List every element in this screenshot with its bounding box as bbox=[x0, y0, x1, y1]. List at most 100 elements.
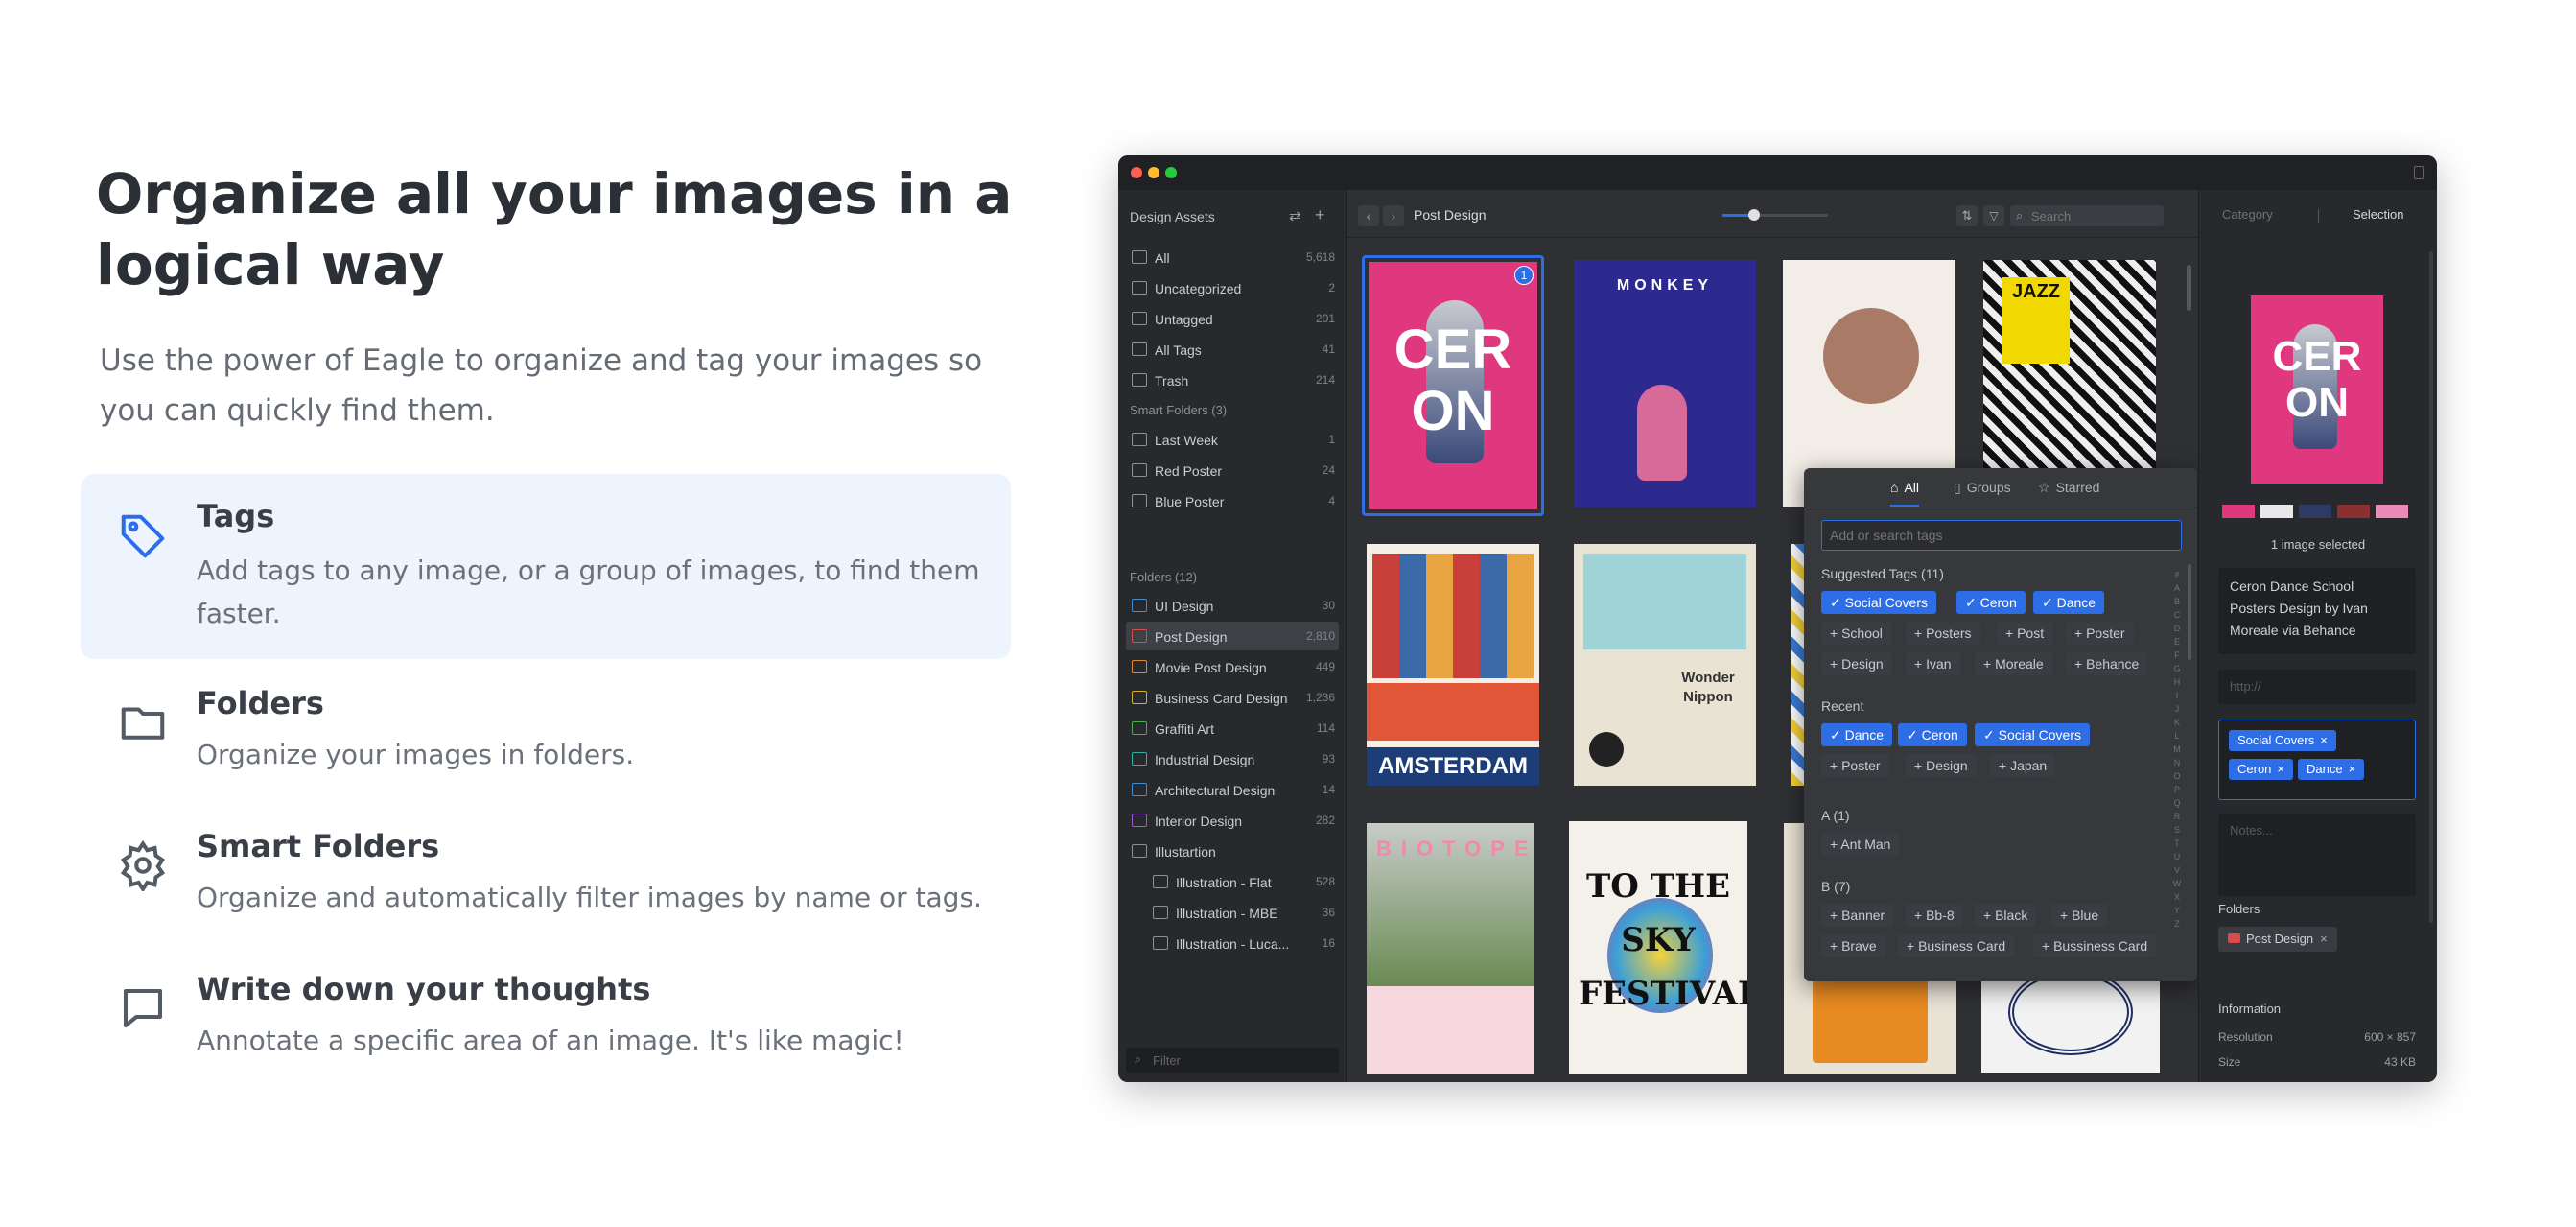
alphabet-letter[interactable]: V bbox=[2172, 863, 2182, 877]
sidebar-item[interactable]: Post Design 2,810 bbox=[1126, 622, 1339, 650]
filter-icon[interactable]: ▽ bbox=[1983, 205, 2004, 226]
popup-tab-all[interactable]: ⌂ All bbox=[1890, 480, 1920, 507]
alphabet-letter[interactable]: B bbox=[2172, 595, 2182, 608]
alphabet-letter[interactable]: # bbox=[2172, 568, 2182, 581]
alphabet-index[interactable]: # A B C D E F G H I J K L M N O P Q R S T U V W X Y Z bbox=[2172, 568, 2182, 931]
tag-chip[interactable]: + Japan bbox=[1990, 754, 2056, 777]
sidebar-item[interactable]: UI Design 30 bbox=[1126, 591, 1339, 620]
tag-chip[interactable]: + Post bbox=[1997, 622, 2053, 645]
alphabet-letter[interactable]: G bbox=[2172, 662, 2182, 675]
alphabet-letter[interactable]: X bbox=[2172, 890, 2182, 904]
alphabet-letter[interactable]: Z bbox=[2172, 917, 2182, 931]
tag-search-input[interactable] bbox=[1821, 520, 2182, 551]
remove-tag-icon[interactable]: × bbox=[2277, 762, 2284, 776]
feature-smart-folders[interactable]: Smart Folders Organize and automatically… bbox=[81, 809, 1011, 943]
filter-input[interactable]: ⌕ Filter bbox=[1126, 1048, 1339, 1073]
sidebar-item[interactable]: Movie Post Design 449 bbox=[1126, 652, 1339, 681]
feature-folders[interactable]: Folders Organize your images in folders. bbox=[81, 666, 1011, 800]
tag-chip[interactable]: + Business Card bbox=[1898, 934, 2015, 957]
tag-chip-selected[interactable]: ✓ Ceron bbox=[1898, 723, 1967, 746]
tag-chip[interactable]: + Moreale bbox=[1975, 652, 2052, 675]
palette-swatch[interactable] bbox=[2299, 505, 2331, 518]
sidebar-item[interactable]: Interior Design 282 bbox=[1126, 806, 1339, 835]
maximize-window-button[interactable] bbox=[1165, 167, 1177, 178]
tag-chip[interactable]: + Behance bbox=[2066, 652, 2148, 675]
popup-scrollbar[interactable] bbox=[2188, 564, 2191, 660]
notes-field[interactable]: Notes... bbox=[2218, 814, 2416, 896]
sidebar-item[interactable]: Last Week 1 bbox=[1126, 425, 1339, 454]
sidebar-item[interactable]: Illustration - MBE 36 bbox=[1147, 898, 1339, 927]
tag-chip-selected[interactable]: ✓ Social Covers bbox=[1821, 591, 1936, 614]
sidebar-item[interactable]: Trash 214 bbox=[1126, 366, 1339, 394]
alphabet-letter[interactable]: C bbox=[2172, 608, 2182, 622]
tag-chip[interactable]: + Bb-8 bbox=[1906, 904, 1963, 927]
thumb-monkey[interactable]: MONKEY bbox=[1574, 260, 1756, 507]
tag-chip[interactable]: + Black bbox=[1975, 904, 2037, 927]
thumb-wonder-nippon[interactable]: Wonder Nippon bbox=[1574, 544, 1756, 786]
tag-chip[interactable]: + Design bbox=[1821, 652, 1892, 675]
alphabet-letter[interactable]: S bbox=[2172, 823, 2182, 837]
tab-category[interactable]: Category bbox=[2222, 207, 2273, 222]
url-field[interactable]: http:// bbox=[2218, 670, 2416, 704]
thumb-biotope[interactable]: BIOTOPE bbox=[1367, 823, 1534, 1074]
palette-swatch[interactable] bbox=[2376, 505, 2408, 518]
thumb-ceron[interactable]: CER ON 1 bbox=[1362, 255, 1544, 516]
sidebar-item[interactable]: Industrial Design 93 bbox=[1126, 744, 1339, 773]
palette-swatch[interactable] bbox=[2337, 505, 2370, 518]
tag-chip[interactable]: + Poster bbox=[1821, 754, 1889, 777]
tab-selection[interactable]: Selection bbox=[2353, 207, 2403, 222]
tag-chip[interactable]: + Ant Man bbox=[1821, 833, 1900, 856]
tag-chip-selected[interactable]: Dance × bbox=[2298, 759, 2365, 780]
tag-chip-selected[interactable]: Social Covers × bbox=[2229, 730, 2336, 751]
popup-tab-groups[interactable]: ▯ Groups bbox=[1954, 480, 2011, 496]
alphabet-letter[interactable]: I bbox=[2172, 689, 2182, 702]
remove-folder-icon[interactable]: × bbox=[2320, 932, 2328, 946]
thumb-amsterdam[interactable]: AMSTERDAM bbox=[1367, 544, 1539, 786]
tag-chip[interactable]: + Poster bbox=[2066, 622, 2134, 645]
grid-scrollbar[interactable] bbox=[2187, 265, 2191, 311]
sidebar-item[interactable]: Blue Poster 4 bbox=[1126, 486, 1339, 515]
tag-chip-selected[interactable]: ✓ Social Covers bbox=[1975, 723, 2090, 746]
sidebar-item[interactable]: Architectural Design 14 bbox=[1126, 775, 1339, 804]
add-icon[interactable]: + bbox=[1315, 205, 1325, 225]
alphabet-letter[interactable]: T bbox=[2172, 837, 2182, 850]
sidebar-item[interactable]: Red Poster 24 bbox=[1126, 456, 1339, 484]
description-field[interactable]: Ceron Dance School Posters Design by Iva… bbox=[2218, 568, 2416, 654]
alphabet-letter[interactable]: K bbox=[2172, 716, 2182, 729]
alphabet-letter[interactable]: Q bbox=[2172, 796, 2182, 810]
tag-chip[interactable]: + Bussiness Card bbox=[2033, 934, 2157, 957]
alphabet-letter[interactable]: O bbox=[2172, 769, 2182, 783]
feature-annotate[interactable]: Write down your thoughts Annotate a spec… bbox=[81, 952, 1011, 1086]
alphabet-letter[interactable]: U bbox=[2172, 850, 2182, 863]
sidebar-item[interactable]: Business Card Design 1,236 bbox=[1126, 683, 1339, 712]
palette-swatch[interactable] bbox=[2222, 505, 2255, 518]
tag-chip-selected[interactable]: ✓ Dance bbox=[2033, 591, 2105, 614]
search-input[interactable]: ⌕ Search bbox=[2010, 205, 2164, 226]
sidebar-item[interactable]: Untagged 201 bbox=[1126, 304, 1339, 333]
tag-chip[interactable]: + Design bbox=[1906, 754, 1977, 777]
sidebar-item[interactable]: Uncategorized 2 bbox=[1126, 273, 1339, 302]
smart-folders-header[interactable]: Smart Folders (3) bbox=[1130, 403, 1227, 417]
sidebar-item[interactable]: Illustration - Luca... 16 bbox=[1147, 929, 1339, 957]
sidebar-item[interactable]: All 5,618 bbox=[1126, 243, 1339, 271]
alphabet-letter[interactable]: M bbox=[2172, 743, 2182, 756]
panel-scrollbar[interactable] bbox=[2429, 251, 2433, 923]
tag-chip[interactable]: + Banner bbox=[1821, 904, 1894, 927]
pin-icon[interactable] bbox=[2414, 166, 2424, 179]
minimize-window-button[interactable] bbox=[1148, 167, 1159, 178]
alphabet-letter[interactable]: W bbox=[2172, 877, 2182, 890]
swap-icon[interactable]: ⇄ bbox=[1289, 207, 1301, 224]
sidebar-item[interactable]: Illustartion bbox=[1126, 837, 1339, 865]
popup-tab-starred[interactable]: ☆ Starred bbox=[2038, 480, 2099, 496]
zoom-slider[interactable] bbox=[1722, 209, 1828, 221]
tag-chip[interactable]: + School bbox=[1821, 622, 1891, 645]
folder-chip[interactable]: Post Design × bbox=[2218, 927, 2337, 952]
alphabet-letter[interactable]: E bbox=[2172, 635, 2182, 649]
sidebar-item[interactable]: Graffiti Art 114 bbox=[1126, 714, 1339, 743]
tag-chip[interactable]: + Blue bbox=[2051, 904, 2108, 927]
alphabet-letter[interactable]: A bbox=[2172, 581, 2182, 595]
back-button[interactable]: ‹ bbox=[1358, 205, 1379, 226]
alphabet-letter[interactable]: L bbox=[2172, 729, 2182, 743]
alphabet-letter[interactable]: R bbox=[2172, 810, 2182, 823]
tag-chip-selected[interactable]: Ceron × bbox=[2229, 759, 2294, 780]
